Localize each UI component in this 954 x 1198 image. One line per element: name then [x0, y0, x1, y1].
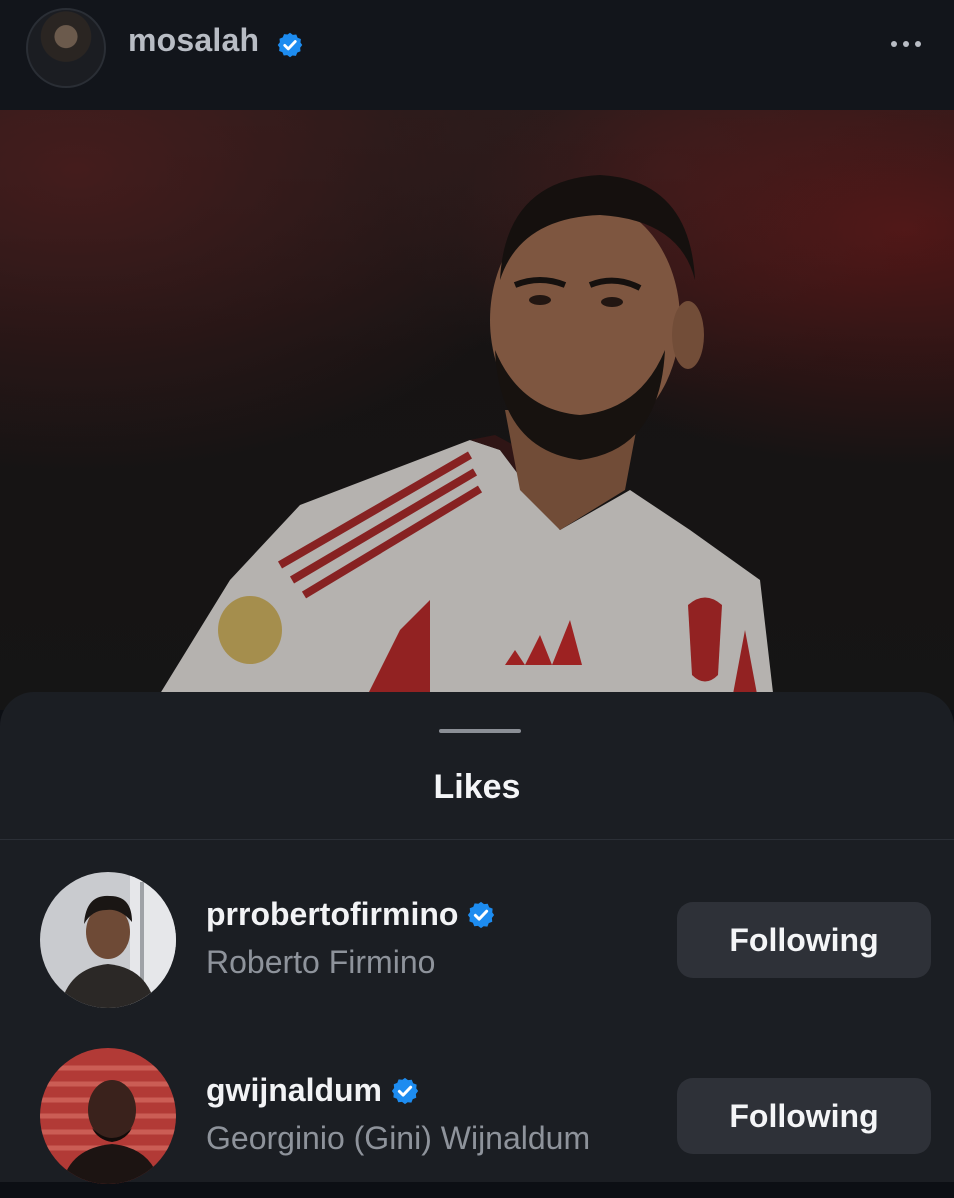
- post-username[interactable]: mosalah: [128, 22, 259, 59]
- post-image[interactable]: [0, 110, 954, 710]
- verified-badge-icon: [277, 32, 303, 58]
- list-item[interactable]: prrobertofirmino Roberto Firmino Followi…: [0, 872, 954, 1022]
- user-full-name: Georginio (Gini) Wijnaldum: [206, 1120, 591, 1156]
- user-handle[interactable]: gwijnaldum: [206, 1072, 420, 1109]
- divider: [0, 839, 954, 840]
- sheet-title: Likes: [433, 768, 521, 806]
- likes-sheet: Likes prrobertofirmino Roberto Firmino F…: [0, 692, 954, 1184]
- profile-avatar[interactable]: [26, 8, 106, 88]
- more-options-icon[interactable]: [886, 34, 926, 54]
- list-item[interactable]: gwijnaldum Georginio (Gini) Wijnaldum Fo…: [0, 1048, 954, 1198]
- user-handle[interactable]: prrobertofirmino: [206, 896, 496, 933]
- following-button[interactable]: Following: [677, 1078, 931, 1154]
- user-full-name: Roberto Firmino: [206, 944, 436, 980]
- following-button[interactable]: Following: [677, 902, 931, 978]
- avatar[interactable]: [40, 1048, 176, 1184]
- player-photo: [0, 110, 954, 710]
- verified-badge-icon: [468, 901, 495, 928]
- handle-text[interactable]: prrobertofirmino: [206, 896, 458, 933]
- post-header: mosalah: [0, 0, 954, 110]
- verified-badge-icon: [391, 1077, 419, 1104]
- sheet-drag-handle[interactable]: [439, 729, 521, 733]
- avatar[interactable]: [40, 872, 176, 1008]
- handle-text[interactable]: gwijnaldum: [206, 1072, 382, 1109]
